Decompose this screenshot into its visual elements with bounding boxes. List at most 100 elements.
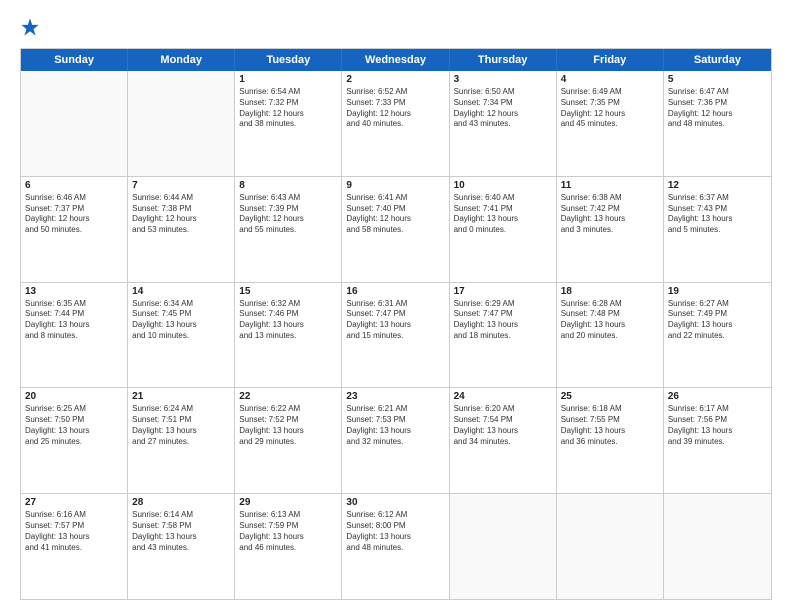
calendar-day-cell: 1Sunrise: 6:54 AM Sunset: 7:32 PM Daylig… xyxy=(235,71,342,176)
day-number: 4 xyxy=(561,74,659,85)
calendar-day-cell: 25 Sunrise: 6:18 AM Sunset: 7:55 PM Dayli… xyxy=(557,388,664,493)
day-number: 26 xyxy=(668,391,767,402)
calendar: SundayMondayTuesdayWednesdayThursdayFrid… xyxy=(20,48,772,600)
day-number: 20 xyxy=(25,391,123,402)
day-info: Sunrise: 6:14 AM Sunset: 7:58 PM Dayligh… xyxy=(132,510,230,553)
calendar-empty-cell xyxy=(664,494,771,599)
day-number: 9 xyxy=(346,180,444,191)
day-number: 30 xyxy=(346,497,444,508)
day-info: Sunrise: 6:32 AM Sunset: 7:46 PM Dayligh… xyxy=(239,299,337,342)
calendar-day-cell: 2 Sunrise: 6:52 AM Sunset: 7:33 PM Daylig… xyxy=(342,71,449,176)
calendar-body: 1Sunrise: 6:54 AM Sunset: 7:32 PM Daylig… xyxy=(21,71,771,599)
calendar-row: 20 Sunrise: 6:25 AM Sunset: 7:50 PM Dayli… xyxy=(21,387,771,493)
day-number: 11 xyxy=(561,180,659,191)
day-number: 29 xyxy=(239,497,337,508)
calendar-row: 27Sunrise: 6:16 AM Sunset: 7:57 PM Dayli… xyxy=(21,493,771,599)
calendar-day-cell: 10 Sunrise: 6:40 AM Sunset: 7:41 PM Dayli… xyxy=(450,177,557,282)
calendar-day-cell: 27Sunrise: 6:16 AM Sunset: 7:57 PM Dayli… xyxy=(21,494,128,599)
day-info: Sunrise: 6:21 AM Sunset: 7:53 PM Dayligh… xyxy=(346,404,444,447)
weekday-header: Wednesday xyxy=(342,49,449,71)
calendar-empty-cell xyxy=(557,494,664,599)
day-number: 14 xyxy=(132,286,230,297)
day-info: Sunrise: 6:37 AM Sunset: 7:43 PM Dayligh… xyxy=(668,193,767,236)
calendar-header: SundayMondayTuesdayWednesdayThursdayFrid… xyxy=(21,49,771,71)
day-number: 15 xyxy=(239,286,337,297)
day-info: Sunrise: 6:34 AM Sunset: 7:45 PM Dayligh… xyxy=(132,299,230,342)
day-info: Sunrise: 6:41 AM Sunset: 7:40 PM Dayligh… xyxy=(346,193,444,236)
day-number: 28 xyxy=(132,497,230,508)
day-number: 18 xyxy=(561,286,659,297)
day-number: 24 xyxy=(454,391,552,402)
calendar-day-cell: 14 Sunrise: 6:34 AM Sunset: 7:45 PM Dayli… xyxy=(128,283,235,388)
weekday-header: Monday xyxy=(128,49,235,71)
calendar-day-cell: 26 Sunrise: 6:17 AM Sunset: 7:56 PM Dayli… xyxy=(664,388,771,493)
day-info: Sunrise: 6:46 AM Sunset: 7:37 PM Dayligh… xyxy=(25,193,123,236)
day-number: 21 xyxy=(132,391,230,402)
weekday-header: Friday xyxy=(557,49,664,71)
calendar-day-cell: 4 Sunrise: 6:49 AM Sunset: 7:35 PM Daylig… xyxy=(557,71,664,176)
logo-icon xyxy=(20,16,40,38)
day-info: Sunrise: 6:52 AM Sunset: 7:33 PM Dayligh… xyxy=(346,87,444,130)
calendar-day-cell: 20 Sunrise: 6:25 AM Sunset: 7:50 PM Dayli… xyxy=(21,388,128,493)
day-number: 2 xyxy=(346,74,444,85)
calendar-day-cell: 5 Sunrise: 6:47 AM Sunset: 7:36 PM Daylig… xyxy=(664,71,771,176)
day-number: 8 xyxy=(239,180,337,191)
day-info: Sunrise: 6:17 AM Sunset: 7:56 PM Dayligh… xyxy=(668,404,767,447)
calendar-empty-cell xyxy=(21,71,128,176)
day-info: Sunrise: 6:16 AM Sunset: 7:57 PM Dayligh… xyxy=(25,510,123,553)
day-number: 3 xyxy=(454,74,552,85)
weekday-header: Tuesday xyxy=(235,49,342,71)
weekday-header: Saturday xyxy=(664,49,771,71)
calendar-day-cell: 8 Sunrise: 6:43 AM Sunset: 7:39 PM Daylig… xyxy=(235,177,342,282)
weekday-header: Thursday xyxy=(450,49,557,71)
day-info: Sunrise: 6:44 AM Sunset: 7:38 PM Dayligh… xyxy=(132,193,230,236)
calendar-day-cell: 11 Sunrise: 6:38 AM Sunset: 7:42 PM Dayli… xyxy=(557,177,664,282)
day-number: 13 xyxy=(25,286,123,297)
day-info: Sunrise: 6:24 AM Sunset: 7:51 PM Dayligh… xyxy=(132,404,230,447)
calendar-empty-cell xyxy=(128,71,235,176)
day-info: Sunrise: 6:40 AM Sunset: 7:41 PM Dayligh… xyxy=(454,193,552,236)
calendar-day-cell: 6 Sunrise: 6:46 AM Sunset: 7:37 PM Daylig… xyxy=(21,177,128,282)
calendar-day-cell: 23 Sunrise: 6:21 AM Sunset: 7:53 PM Dayli… xyxy=(342,388,449,493)
day-info: Sunrise: 6:27 AM Sunset: 7:49 PM Dayligh… xyxy=(668,299,767,342)
calendar-day-cell: 21 Sunrise: 6:24 AM Sunset: 7:51 PM Dayli… xyxy=(128,388,235,493)
day-info: Sunrise: 6:28 AM Sunset: 7:48 PM Dayligh… xyxy=(561,299,659,342)
day-number: 23 xyxy=(346,391,444,402)
day-info: Sunrise: 6:49 AM Sunset: 7:35 PM Dayligh… xyxy=(561,87,659,130)
day-info: Sunrise: 6:20 AM Sunset: 7:54 PM Dayligh… xyxy=(454,404,552,447)
calendar-day-cell: 28 Sunrise: 6:14 AM Sunset: 7:58 PM Dayli… xyxy=(128,494,235,599)
calendar-day-cell: 19 Sunrise: 6:27 AM Sunset: 7:49 PM Dayli… xyxy=(664,283,771,388)
day-info: Sunrise: 6:29 AM Sunset: 7:47 PM Dayligh… xyxy=(454,299,552,342)
day-number: 19 xyxy=(668,286,767,297)
header xyxy=(20,16,772,38)
calendar-row: 1Sunrise: 6:54 AM Sunset: 7:32 PM Daylig… xyxy=(21,71,771,176)
weekday-header: Sunday xyxy=(21,49,128,71)
day-number: 12 xyxy=(668,180,767,191)
day-number: 5 xyxy=(668,74,767,85)
calendar-day-cell: 15 Sunrise: 6:32 AM Sunset: 7:46 PM Dayli… xyxy=(235,283,342,388)
calendar-day-cell: 12 Sunrise: 6:37 AM Sunset: 7:43 PM Dayli… xyxy=(664,177,771,282)
day-info: Sunrise: 6:13 AM Sunset: 7:59 PM Dayligh… xyxy=(239,510,337,553)
day-number: 6 xyxy=(25,180,123,191)
calendar-day-cell: 22Sunrise: 6:22 AM Sunset: 7:52 PM Dayli… xyxy=(235,388,342,493)
day-number: 17 xyxy=(454,286,552,297)
calendar-empty-cell xyxy=(450,494,557,599)
logo xyxy=(20,16,43,38)
page: SundayMondayTuesdayWednesdayThursdayFrid… xyxy=(0,0,792,612)
calendar-day-cell: 30 Sunrise: 6:12 AM Sunset: 8:00 PM Dayli… xyxy=(342,494,449,599)
day-info: Sunrise: 6:43 AM Sunset: 7:39 PM Dayligh… xyxy=(239,193,337,236)
calendar-day-cell: 24 Sunrise: 6:20 AM Sunset: 7:54 PM Dayli… xyxy=(450,388,557,493)
calendar-day-cell: 13Sunrise: 6:35 AM Sunset: 7:44 PM Dayli… xyxy=(21,283,128,388)
day-info: Sunrise: 6:12 AM Sunset: 8:00 PM Dayligh… xyxy=(346,510,444,553)
day-number: 25 xyxy=(561,391,659,402)
calendar-day-cell: 16Sunrise: 6:31 AM Sunset: 7:47 PM Dayli… xyxy=(342,283,449,388)
calendar-day-cell: 7 Sunrise: 6:44 AM Sunset: 7:38 PM Daylig… xyxy=(128,177,235,282)
day-info: Sunrise: 6:38 AM Sunset: 7:42 PM Dayligh… xyxy=(561,193,659,236)
day-number: 7 xyxy=(132,180,230,191)
day-info: Sunrise: 6:47 AM Sunset: 7:36 PM Dayligh… xyxy=(668,87,767,130)
day-info: Sunrise: 6:54 AM Sunset: 7:32 PM Dayligh… xyxy=(239,87,337,130)
day-info: Sunrise: 6:25 AM Sunset: 7:50 PM Dayligh… xyxy=(25,404,123,447)
day-number: 22 xyxy=(239,391,337,402)
day-info: Sunrise: 6:18 AM Sunset: 7:55 PM Dayligh… xyxy=(561,404,659,447)
day-number: 10 xyxy=(454,180,552,191)
